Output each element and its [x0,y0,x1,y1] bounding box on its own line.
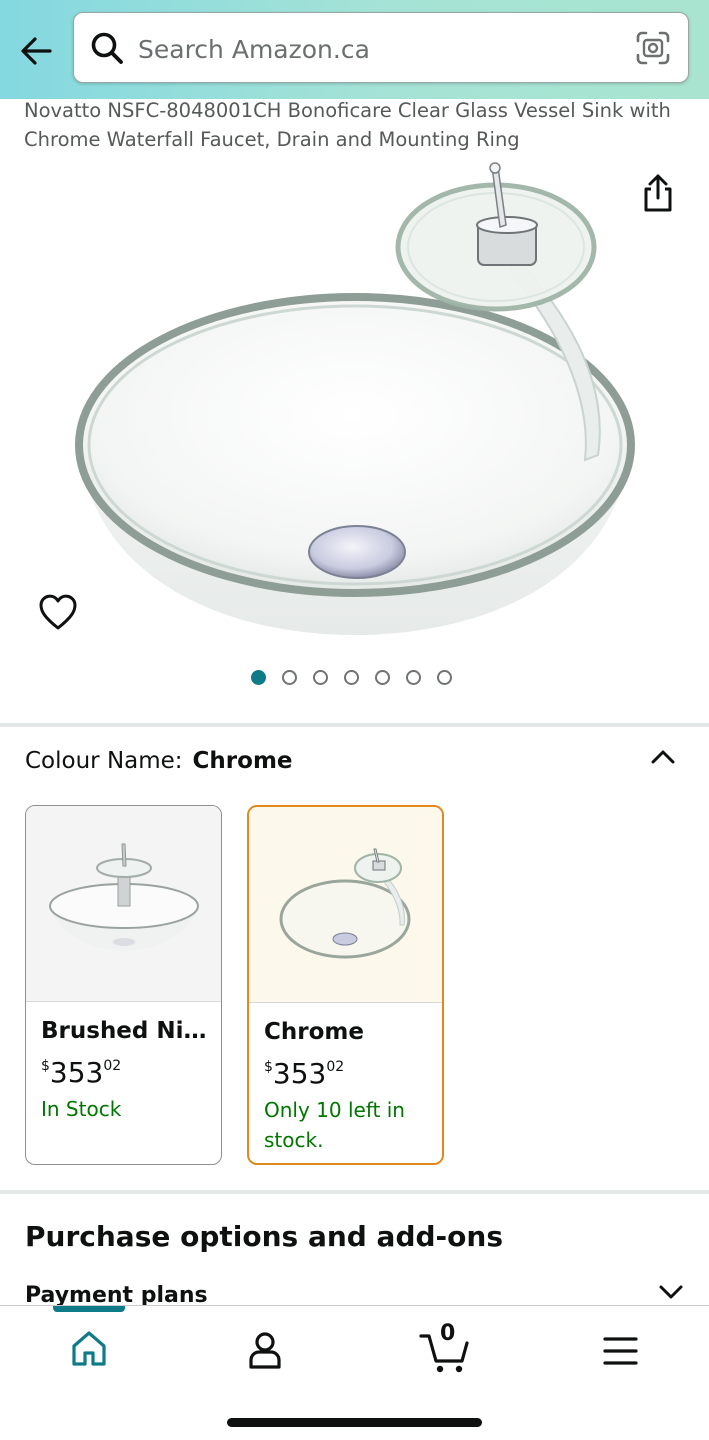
colour-label: Colour Name: [25,748,183,774]
variant-swatch-brushed-nickel[interactable]: Brushed Nic... $35302 In Stock [25,805,222,1165]
menu-icon[interactable] [596,1324,646,1374]
pagination-dot[interactable] [313,670,328,685]
back-arrow-icon[interactable] [16,30,58,72]
colour-value: Chrome [192,748,293,774]
chevron-up-icon[interactable] [648,742,678,772]
home-indicator-bar [227,1418,482,1427]
pagination-dot[interactable] [344,670,359,685]
image-pagination-dots[interactable] [251,670,452,690]
account-icon[interactable] [240,1324,290,1374]
home-icon[interactable] [64,1324,114,1374]
pagination-dot[interactable] [375,670,390,685]
variant-image [26,806,221,1002]
search-input[interactable]: Search Amazon.ca [73,12,689,83]
variant-price: $35302 [41,1056,122,1089]
pagination-dot[interactable] [282,670,297,685]
chevron-down-icon[interactable] [656,1278,686,1306]
variant-swatch-chrome[interactable]: Chrome $35302 Only 10 left in stock. [247,805,444,1165]
cart-count-badge: 0 [440,1321,456,1346]
stock-status: In Stock [41,1097,122,1121]
variant-price: $35302 [264,1057,345,1090]
variant-name: Brushed Nic... [41,1018,211,1044]
bottom-navigation: 0 [0,1305,709,1440]
pagination-dot[interactable] [406,670,421,685]
search-placeholder: Search Amazon.ca [138,35,370,64]
top-search-header: Search Amazon.ca [0,0,709,99]
search-icon [88,29,126,67]
variant-name: Chrome [264,1019,364,1045]
section-divider [0,723,709,727]
camera-lens-icon[interactable] [634,29,672,67]
product-title[interactable]: Novatto NSFC-8048001CH Bonoficare Clear … [24,96,694,154]
product-image-gallery[interactable] [0,155,709,725]
variant-image [249,807,442,1003]
payment-plans-row[interactable]: Payment plans [25,1283,208,1305]
pagination-dot[interactable] [437,670,452,685]
colour-name-row: Colour Name: Chrome [25,748,293,774]
product-image [75,162,635,635]
heart-icon[interactable] [36,591,80,633]
share-icon[interactable] [638,172,678,214]
purchase-options-title: Purchase options and add-ons [25,1220,503,1253]
section-divider [0,1190,709,1194]
active-tab-indicator [53,1306,125,1312]
pagination-dot[interactable] [251,670,266,685]
stock-status: Only 10 left in stock. [264,1098,405,1152]
